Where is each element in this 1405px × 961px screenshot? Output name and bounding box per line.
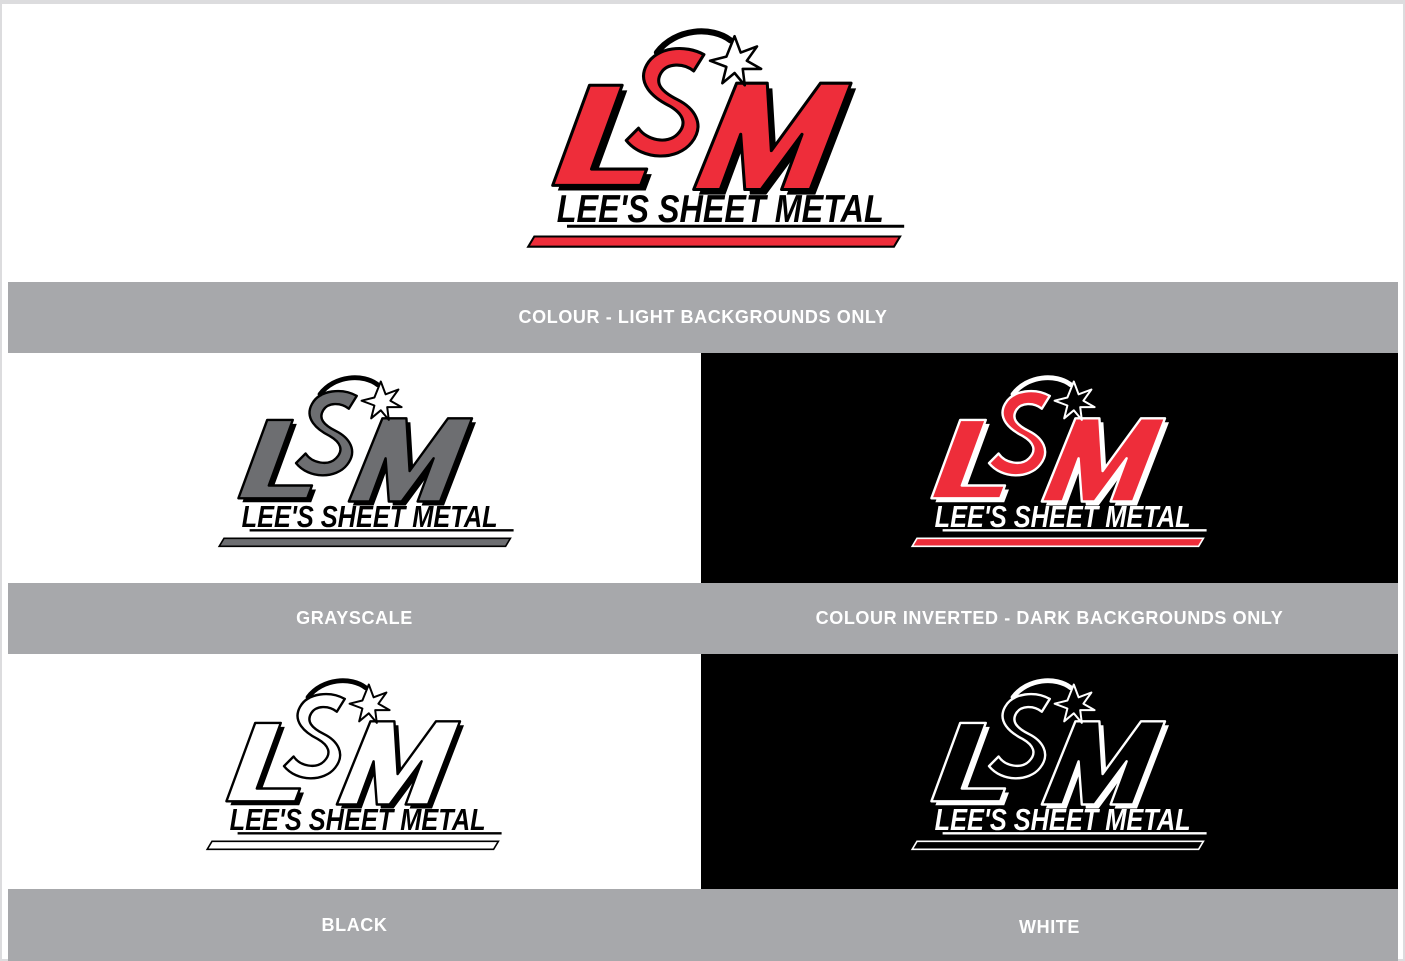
wordmark-text: LEE'S SHEET METAL xyxy=(557,188,884,231)
colour-logo-panel: LEE'S SHEET METAL xyxy=(8,4,1398,282)
grayscale-logo-panel: LEE'S SHEET METAL xyxy=(8,353,701,583)
label-black: BLACK xyxy=(8,889,701,961)
lsm-logo-colour: LEE'S SHEET METAL xyxy=(503,26,913,261)
label-white: WHITE xyxy=(701,889,1398,961)
label-colour-inverted: COLOUR INVERTED - DARK BACKGROUNDS ONLY xyxy=(701,583,1398,654)
wordmark-text: LEE'S SHEET METAL xyxy=(935,500,1191,534)
label-grayscale: GRAYSCALE xyxy=(8,583,701,654)
wordmark-text: LEE'S SHEET METAL xyxy=(935,803,1191,837)
lsm-logo-colour-inverted: LEE'S SHEET METAL xyxy=(893,373,1213,558)
black-logo-panel: LEE'S SHEET METAL xyxy=(8,654,701,889)
wordmark-text: LEE'S SHEET METAL xyxy=(230,803,486,837)
label-colour: COLOUR - LIGHT BACKGROUNDS ONLY xyxy=(8,282,1398,353)
lsm-logo-grayscale: LEE'S SHEET METAL xyxy=(200,373,520,558)
wordmark-text: LEE'S SHEET METAL xyxy=(242,500,498,534)
white-logo-panel: LEE'S SHEET METAL xyxy=(701,654,1398,889)
lsm-logo-white: LEE'S SHEET METAL xyxy=(893,676,1213,861)
colour-inverted-logo-panel: LEE'S SHEET METAL xyxy=(701,353,1398,583)
lsm-logo-black: LEE'S SHEET METAL xyxy=(188,676,508,861)
